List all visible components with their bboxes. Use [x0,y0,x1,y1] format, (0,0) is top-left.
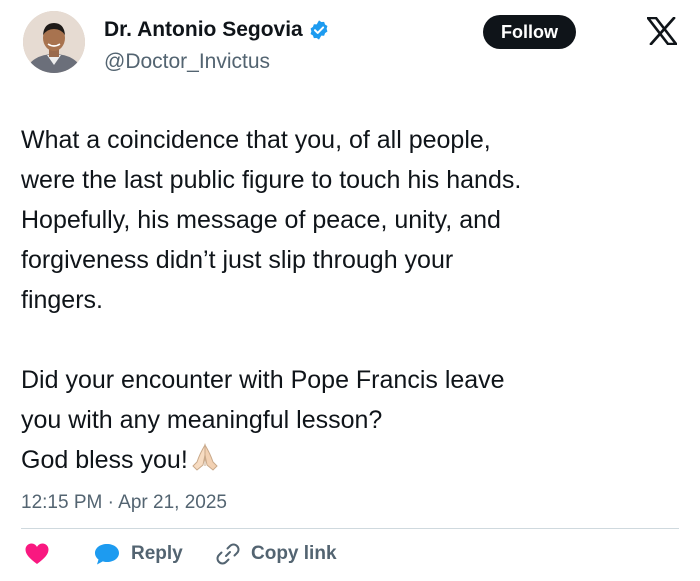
profile-photo-icon [23,11,85,73]
author-name-row: Dr. Antonio Segovia [104,17,330,43]
x-logo-icon[interactable] [647,17,677,45]
verified-badge-icon [310,20,328,40]
speech-bubble-icon [95,544,119,565]
action-bar: Reply Copy link [24,539,337,569]
tweet-card: Dr. Antonio Segovia @Doctor_Invictus Fol… [0,0,700,581]
tweet-text: What a coincidence that you, of all peop… [21,126,522,474]
link-icon [216,543,240,565]
copy-link-label: Copy link [251,543,337,564]
copy-link-button[interactable]: Copy link [215,541,337,567]
author-display-name[interactable]: Dr. Antonio Segovia [104,17,303,43]
like-button[interactable] [24,542,93,566]
reply-label: Reply [131,543,183,564]
tweet-body: What a coincidence that you, of all peop… [21,120,661,480]
heart-icon [25,543,49,564]
reply-button[interactable]: Reply [93,542,215,566]
folded-hands-emoji-icon [192,443,218,471]
follow-button[interactable]: Follow [483,15,576,49]
divider [21,528,679,529]
author-handle[interactable]: @Doctor_Invictus [104,49,270,75]
tweet-timestamp[interactable]: 12:15 PM · Apr 21, 2025 [21,491,227,515]
author-avatar[interactable] [23,11,85,73]
